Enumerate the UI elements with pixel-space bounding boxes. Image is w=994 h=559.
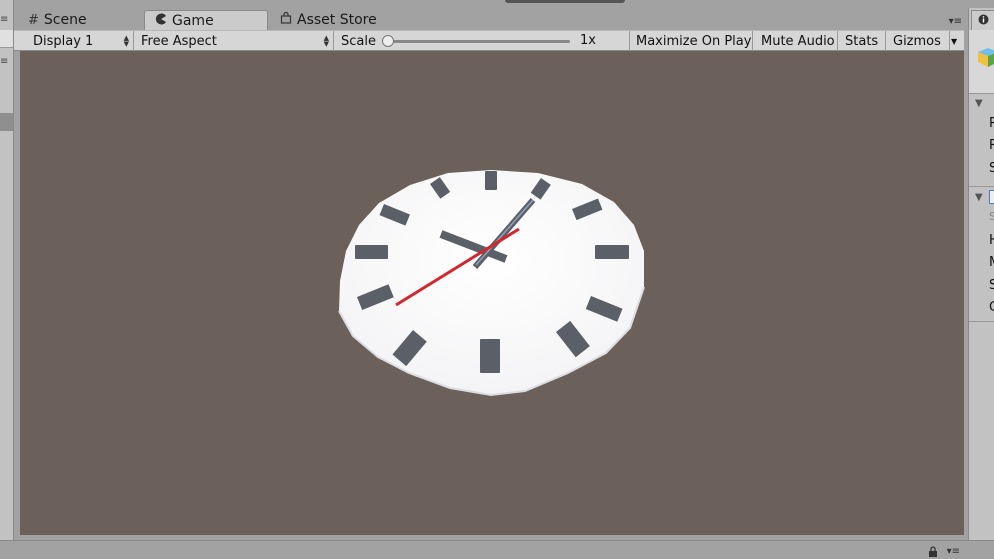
stats-toggle[interactable]: Stats: [840, 31, 886, 51]
gizmos-label: Gizmos: [893, 33, 941, 49]
inspector-row-c: C: [989, 300, 994, 315]
hour-marker-3: [595, 245, 629, 259]
panel-menu-icon[interactable]: ▾≡: [947, 546, 960, 557]
display-dropdown[interactable]: Display 1 ▲ ▼: [28, 31, 134, 51]
mute-audio-label: Mute Audio: [761, 33, 835, 49]
maximize-on-play-label: Maximize On Play: [636, 33, 752, 49]
inspector-row-position: P: [989, 116, 994, 131]
gizmos-dropdown-arrow[interactable]: ▼: [946, 31, 962, 51]
tab-asset-store[interactable]: Asset Store: [280, 10, 440, 30]
hierarchy-menu-icon[interactable]: ≡: [0, 56, 12, 67]
inspector-row-script: S: [989, 210, 994, 223]
chevron-down-icon: ▼: [951, 36, 958, 46]
hour-marker-12: [485, 171, 497, 190]
tab-game[interactable]: Game: [144, 10, 268, 30]
inspector-row-rotation: R: [989, 138, 994, 153]
scale-label: Scale: [341, 33, 376, 49]
view-tabbar: # Scene Game Asset Store ▾≡: [14, 8, 964, 30]
scale-slider-thumb[interactable]: [382, 35, 394, 47]
component-foldout-arrow[interactable]: ▼: [975, 192, 983, 203]
inspector-header: [969, 30, 994, 94]
aspect-dropdown[interactable]: Free Aspect ▲ ▼: [136, 31, 334, 51]
lock-icon[interactable]: [928, 546, 938, 559]
tab-inspector[interactable]: [971, 10, 994, 30]
mute-audio-toggle[interactable]: Mute Audio: [756, 31, 838, 51]
window-drag-handle[interactable]: [505, 0, 625, 3]
inspector-panel-clipped: ▼ P R S ▼ S H M S C: [968, 8, 994, 559]
inspector-row-scale: S: [989, 161, 994, 176]
scale-slider-track[interactable]: [388, 40, 570, 43]
inspector-row-s: S: [989, 278, 994, 293]
info-icon: [978, 14, 989, 28]
inspector-row-m: M: [989, 255, 994, 270]
unity-editor-window: ≡ ≡ # Scene Game Asset Store ▾≡ Display …: [0, 0, 994, 559]
stats-label: Stats: [845, 33, 879, 49]
bottom-panel-header: ▾≡: [0, 540, 994, 559]
gizmos-toggle[interactable]: Gizmos: [888, 31, 950, 51]
scale-control: Scale 1x: [336, 31, 630, 51]
scale-value: 1x: [580, 33, 596, 48]
grid-icon: #: [28, 12, 39, 28]
gameobject-cube-icon: [978, 48, 994, 67]
shopping-bag-icon: [280, 11, 292, 28]
inspector-separator: [969, 186, 994, 187]
inspector-row-h: H: [989, 233, 994, 248]
hierarchy-panel-collapsed: ≡ ≡: [0, 0, 14, 559]
display-dropdown-value: Display 1: [33, 33, 94, 49]
dropdown-arrows-icon: ▲ ▼: [323, 34, 329, 48]
tab-scene[interactable]: # Scene: [28, 10, 148, 30]
tab-game-label: Game: [172, 12, 214, 29]
clock-render: [338, 170, 645, 397]
component-enable-checkbox[interactable]: [989, 190, 994, 204]
game-view-toolbar: Display 1 ▲ ▼ Free Aspect ▲ ▼ Scale 1x Max…: [14, 30, 964, 51]
hierarchy-selected-row[interactable]: [0, 113, 13, 131]
transform-foldout-arrow[interactable]: ▼: [975, 98, 983, 109]
hierarchy-toolbar-strip: [0, 30, 13, 48]
maximize-on-play-toggle[interactable]: Maximize On Play: [631, 31, 753, 51]
tab-asset-store-label: Asset Store: [297, 12, 377, 28]
tab-menu-icon[interactable]: ▾≡: [949, 16, 962, 27]
pacman-icon: [155, 13, 167, 29]
hour-marker-6: [480, 339, 500, 373]
aspect-dropdown-value: Free Aspect: [141, 33, 217, 49]
dropdown-arrows-icon: ▲ ▼: [123, 34, 129, 48]
hour-marker-9: [355, 245, 388, 259]
tab-scene-label: Scene: [43, 12, 87, 28]
inspector-separator: [969, 321, 994, 322]
panel-menu-icon[interactable]: ≡: [0, 14, 12, 25]
game-viewport[interactable]: [20, 51, 964, 535]
